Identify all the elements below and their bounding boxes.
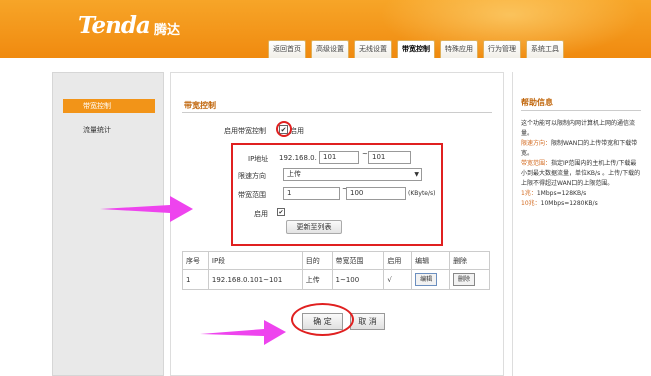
help-note-1: 1兆：1Mbps=128KB/s [521,189,641,199]
rule-enable-checkbox[interactable]: ✔ [277,208,285,216]
ip-start-input[interactable]: 101 [319,151,359,164]
tab-bandwidth-control[interactable]: 带宽控制 [397,40,435,58]
col-dest: 目的 [301,251,333,270]
row-delete-cell: 删除 [449,269,490,290]
col-edit: 编辑 [411,251,451,270]
sidebar: 带宽控制 流量统计 [52,72,164,376]
direction-value: 上传 [287,170,301,178]
divider [182,112,492,113]
section-title: 带宽控制 [184,101,216,110]
row-range: 1~100 [331,269,385,290]
tab-behavior-management[interactable]: 行为管理 [483,40,521,58]
arrow-right-icon [200,320,286,345]
tab-special-apps[interactable]: 特殊应用 [440,40,478,58]
col-range: 带宽范围 [331,251,385,270]
enable-bandwidth-text: 启用 [290,127,304,135]
row-ip: 192.168.0.101~101 [207,269,303,290]
ip-label: IP地址 [248,155,269,163]
edit-button[interactable]: 编辑 [415,273,438,286]
delete-button[interactable]: 删除 [453,273,476,286]
range-label: 带宽范围 [238,191,266,199]
tab-home[interactable]: 返回首页 [268,40,306,58]
help-panel [512,72,651,376]
sidebar-item-traffic-stats[interactable]: 流量统计 [63,123,155,137]
help-intro: 这个功能可以限制内网计算机上网的通信流量。 [521,120,636,137]
help-direction: 限速方向：限制WAN口的上传带宽和下载带宽。 [521,139,641,159]
help-title: 帮助信息 [521,98,553,107]
help-body: 这个功能可以限制内网计算机上网的通信流量。 限速方向：限制WAN口的上传带宽和下… [521,119,641,209]
col-delete: 删除 [449,251,490,270]
rule-enable-label: 启用 [254,210,268,218]
help-divider [521,110,641,111]
table-row: 1 192.168.0.101~101 上传 1~100 √ 编辑 删除 [182,269,490,290]
help-direction-key: 限速方向： [521,140,552,147]
row-enabled: √ [383,269,413,290]
enable-bandwidth-label: 启用带宽控制 [224,127,266,135]
tenda-logo: Tenda [78,12,151,39]
help-range: 带宽范围：指定IP范围内的主机上传/下载最小到最大数据流量，单位KB/s 。上传… [521,159,641,189]
ip-prefix: 192.168.0. [279,154,317,162]
range-unit: (KByte/s) [408,190,436,197]
rules-table: 序号 IP段 目的 带宽范围 启用 编辑 删除 1 192.168.0.101~… [182,251,490,290]
row-dest: 上传 [301,269,333,290]
col-enabled: 启用 [383,251,413,270]
top-nav: 返回首页 高级设置 无线设置 带宽控制 特殊应用 行为管理 系统工具 [268,40,564,58]
tab-advanced[interactable]: 高级设置 [311,40,349,58]
tab-system-tools[interactable]: 系统工具 [526,40,564,58]
update-to-list-button[interactable]: 更新至列表 [286,220,342,234]
header-bar: Tenda 腾达 返回首页 高级设置 无线设置 带宽控制 特殊应用 行为管理 系… [0,0,651,58]
range-min-input[interactable]: 1 [283,187,340,200]
tab-wireless[interactable]: 无线设置 [354,40,392,58]
highlight-circle-ok [291,303,354,336]
table-header-row: 序号 IP段 目的 带宽范围 启用 编辑 删除 [182,251,490,270]
arrow-right-icon [100,196,193,222]
help-note-1-text: 1Mbps=128KB/s [536,190,587,197]
direction-select[interactable]: 上传 ▼ [283,168,422,181]
row-edit-cell: 编辑 [411,269,451,290]
chevron-down-icon: ▼ [414,171,419,178]
row-index: 1 [182,269,209,290]
help-note-10-text: 10Mbps=1280KB/s [540,200,598,207]
help-note-10-key: 10兆： [521,200,541,207]
col-ip: IP段 [207,251,303,270]
ip-separator: ~ [362,150,368,158]
help-note-1-key: 1兆： [521,190,537,197]
highlight-circle-checkbox [276,121,292,137]
help-range-key: 带宽范围： [521,160,552,167]
direction-label: 限速方向 [238,172,266,180]
range-max-input[interactable]: 100 [346,187,406,200]
help-note-10: 10兆：10Mbps=1280KB/s [521,199,641,209]
tenda-logo-cn: 腾达 [154,23,181,38]
ip-end-input[interactable]: 101 [368,151,411,164]
cancel-button[interactable]: 取 消 [350,313,385,330]
sidebar-item-bandwidth-control[interactable]: 带宽控制 [63,99,155,113]
col-index: 序号 [182,251,209,270]
